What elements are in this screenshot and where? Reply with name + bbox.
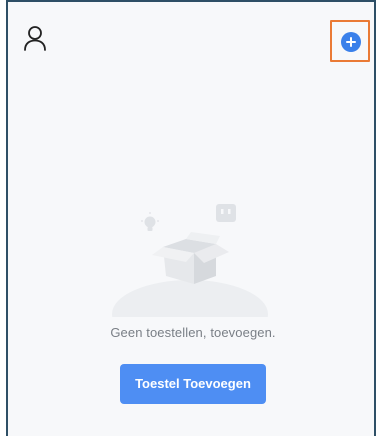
user-icon <box>24 26 46 51</box>
add-device-icon-button[interactable] <box>330 20 370 62</box>
illustration-ground <box>112 280 268 317</box>
add-device-button[interactable]: Toestel Toevoegen <box>120 364 266 404</box>
plus-circle-icon <box>341 32 361 52</box>
box-icon <box>152 232 229 284</box>
bulb-icon <box>141 212 159 231</box>
empty-box-illustration <box>112 204 268 317</box>
socket-icon <box>216 204 236 222</box>
profile-button[interactable] <box>22 24 48 54</box>
empty-state-message: Geen toestellen, toevoegen. <box>110 325 276 340</box>
